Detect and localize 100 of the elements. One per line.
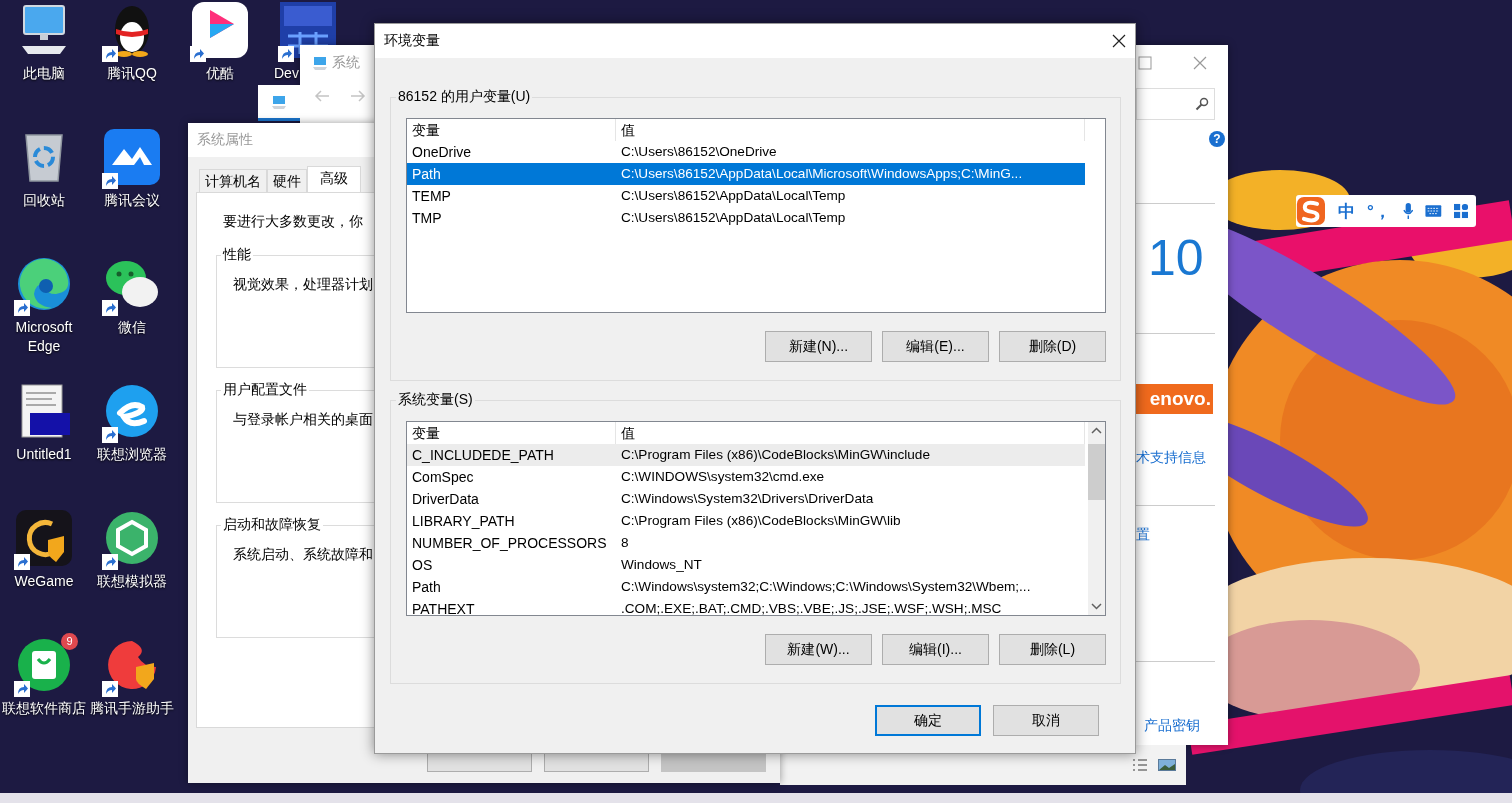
help-button[interactable]: ? [1209, 131, 1225, 147]
list-row[interactable]: DriverData C:\Windows\System32\Drivers\DriverData [407, 488, 1085, 510]
icon-label[interactable]: 腾讯QQ [107, 64, 157, 83]
description-text: 视觉效果，处理器计划 [233, 277, 373, 292]
game-icon[interactable] [16, 510, 72, 566]
dialog-button[interactable]: 确定 [875, 705, 981, 736]
group-label: 启动和故障恢复 [221, 516, 323, 534]
dialog-button[interactable]: 取消 [993, 705, 1099, 736]
table-cell-text: LIBRARY_PATH [411, 512, 516, 531]
icon-label[interactable]: Dev [274, 64, 299, 83]
window-tab[interactable] [258, 85, 300, 121]
table-cell-text: ComSpec [411, 468, 475, 487]
table-cell-text: TEMP [411, 187, 452, 206]
microphone-icon[interactable] [1402, 201, 1414, 221]
tab[interactable]: 计算机名 [199, 169, 267, 192]
notification-badge: 9 [61, 633, 78, 650]
icon-label[interactable]: 优酷 [206, 64, 234, 83]
punctuation-toggle[interactable]: °， [1366, 199, 1391, 223]
table-cell-text: C:\Program Files (x86)\CodeBlocks\MinGW\lib [620, 512, 902, 530]
variable-list[interactable] [406, 421, 1106, 616]
table-cell-text: DriverData [411, 490, 480, 509]
list-row[interactable]: C_INCLUDEDE_PATH C:\Program Files (x86)\CodeBlocks\MinGW\include [407, 444, 1085, 466]
list-row[interactable]: OneDrive C:\Users\86152\OneDrive [407, 141, 1085, 163]
icon-label[interactable]: 回收站 [23, 191, 65, 210]
swirl-icon[interactable] [16, 256, 72, 312]
input-mode-toggle[interactable]: 中 [1337, 199, 1355, 223]
table-cell-text: C:\Users\86152\AppData\Local\Microsoft\WindowsApps;C:\MinG... [620, 165, 1024, 183]
close-icon[interactable] [1112, 34, 1126, 48]
group-label: 用户配置文件 [221, 381, 309, 399]
list-row[interactable]: TEMP C:\Users\86152\AppData\Local\Temp [407, 185, 1085, 207]
icon-label[interactable]: 联想软件商店 [2, 699, 86, 718]
list-row[interactable]: LIBRARY_PATH C:\Program Files (x86)\CodeBlocks\MinGW\lib [407, 510, 1085, 532]
dialog-button[interactable]: 新建(N)... [765, 331, 872, 362]
table-cell-text: C:\Windows\System32\Drivers\DriverData [620, 490, 875, 508]
dialog-button[interactable]: 删除(L) [999, 634, 1106, 665]
link[interactable]: 置 [1136, 525, 1215, 543]
table-cell-text: .COM;.EXE;.BAT;.CMD;.VBS;.VBE;.JS;.JSE;.WSF;.WSH;.MSC [620, 600, 1003, 615]
picture-icon[interactable] [1158, 759, 1176, 771]
description-text: 要进行大多数更改，你 [223, 213, 363, 231]
table-cell-text: C_INCLUDEDE_PATH [411, 446, 555, 465]
scrollbar-track[interactable] [1088, 422, 1105, 615]
table-cell-text: C:\Users\86152\AppData\Local\Temp [620, 209, 847, 227]
icon-label[interactable]: 腾讯手游助手 [90, 699, 174, 718]
tab[interactable]: 硬件 [267, 169, 307, 192]
table-cell-text: NUMBER_OF_PROCESSORS [411, 534, 608, 553]
table-cell-text: C:\Program Files (x86)\CodeBlocks\MinGW\include [620, 446, 931, 464]
tab[interactable]: 高级 [307, 166, 361, 192]
computer-icon [312, 55, 328, 71]
description-text: 与登录帐户相关的桌面 [233, 412, 373, 427]
list-row[interactable]: TMP C:\Users\86152\AppData\Local\Temp [407, 207, 1085, 229]
table-cell-text: C:\WINDOWS\system32\cmd.exe [620, 468, 826, 486]
grid-icon[interactable] [1453, 203, 1468, 219]
play-icon[interactable] [192, 2, 248, 58]
table-cell-text: C:\Users\86152\AppData\Local\Temp [620, 187, 847, 205]
table-cell-text: OneDrive [411, 143, 473, 162]
column-header[interactable]: 变量 [407, 119, 616, 141]
shopping-bag-icon[interactable] [16, 637, 72, 693]
list-row[interactable]: NUMBER_OF_PROCESSORS 8 [407, 532, 1085, 554]
table-cell-text: PATHEXT [411, 600, 476, 615]
group-label: 86152 的用户变量(U) [396, 88, 533, 106]
window-title: 系统 [332, 54, 360, 72]
list-row[interactable]: Path C:\Users\86152\AppData\Local\Microsoft\WindowsApps;C:\MinG... [407, 163, 1085, 185]
table-cell-text: C:\Users\86152\OneDrive [620, 143, 778, 161]
icon-label[interactable]: 联想模拟器 [97, 572, 167, 591]
icon-label[interactable]: Microsoft Edge [0, 318, 88, 356]
search-icon [1195, 97, 1209, 111]
icon-label[interactable]: 此电脑 [23, 64, 65, 83]
browser-icon[interactable] [104, 383, 160, 439]
dialog-button[interactable]: 编辑(E)... [882, 331, 989, 362]
mountain-icon[interactable] [104, 129, 160, 185]
table-cell-text: Windows_NT [620, 556, 703, 574]
search-field[interactable] [1136, 88, 1215, 120]
icon-label[interactable]: 微信 [118, 318, 146, 337]
scrollbar-thumb[interactable] [1088, 444, 1105, 500]
variable-list[interactable]: 变量 值 OneDrive C:\Users\86152\OneDrive Path C:\Users\86152\AppData\Local\Microsoft\WindowsApps;C:\MinG... TEMP C:\Users\86152\AppData\Local\Temp TMP C:\Users\86152\AppData\Local\Temp [406, 118, 1106, 313]
window-title: 系统属性 [197, 131, 253, 149]
link[interactable]: 产品密钥 [1136, 716, 1215, 734]
dialog-button[interactable]: 删除(D) [999, 331, 1106, 362]
keyboard-icon[interactable] [1425, 204, 1442, 218]
icon-label[interactable]: 腾讯会议 [104, 191, 160, 210]
dialog-button[interactable]: 新建(W)... [765, 634, 872, 665]
icon-label[interactable]: WeGame [14, 572, 74, 591]
icon-label[interactable]: Untitled1 [16, 445, 72, 464]
dialog-button[interactable]: 编辑(I)... [882, 634, 989, 665]
list-row[interactable]: OS Windows_NT [407, 554, 1085, 576]
table-cell-text: C:\Windows\system32;C:\Windows;C:\Windows\System32\Wbem;... [620, 578, 1032, 596]
icon-label[interactable]: 联想浏览器 [97, 445, 167, 464]
table-cell-text: TMP [411, 209, 443, 228]
link[interactable]: 术支持信息 [1136, 448, 1215, 466]
table-cell-text: Path [411, 578, 442, 597]
version-number: 10 [1147, 232, 1205, 284]
list-row[interactable]: ComSpec C:\WINDOWS\system32\cmd.exe [407, 466, 1085, 488]
table-cell-text: Path [411, 165, 442, 184]
table-cell-text: OS [411, 556, 434, 575]
list-view-icon[interactable] [1132, 758, 1148, 772]
column-header[interactable]: 值 [616, 119, 1085, 141]
list-row[interactable]: Path C:\Windows\system32;C:\Windows;C:\Windows\System32\Wbem;... [407, 576, 1085, 598]
brand-logo: enovo. [1136, 384, 1213, 414]
cube-icon[interactable] [104, 510, 160, 566]
list-row[interactable]: PATHEXT .COM;.EXE;.BAT;.CMD;.VBS;.VBE;.JS;.JSE;.WSF;.WSH;.MSC [407, 598, 1085, 615]
